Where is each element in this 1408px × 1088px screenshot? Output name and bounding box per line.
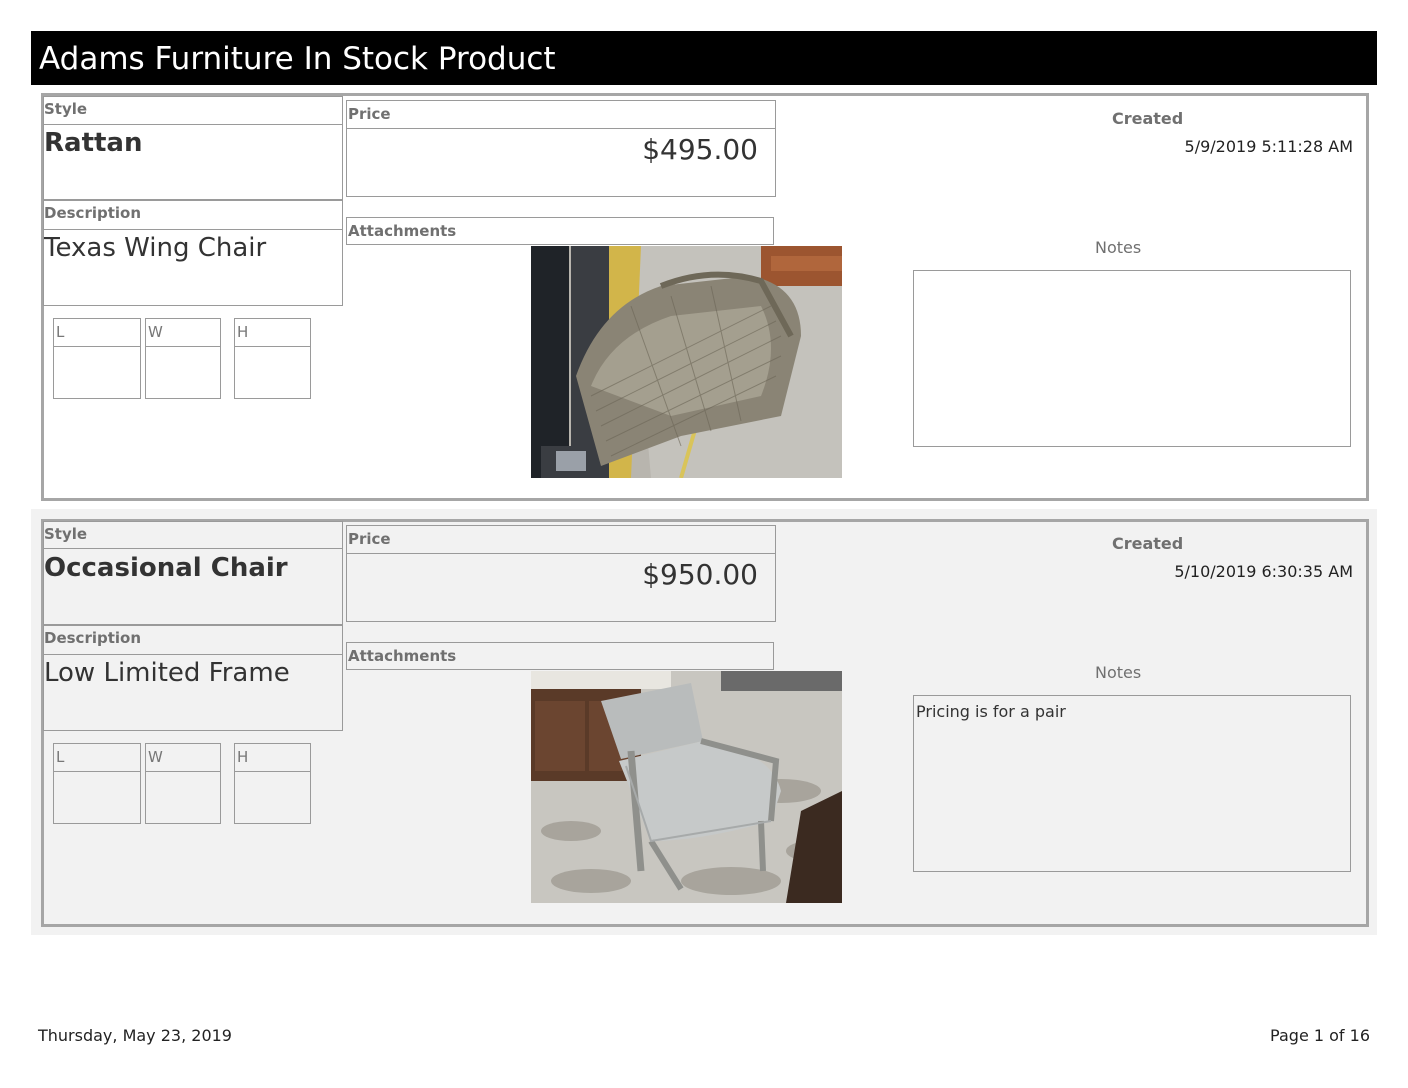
notes-field: Pricing is for a pair [913, 695, 1351, 872]
footer-date: Thursday, May 23, 2019 [38, 1026, 232, 1045]
price-label: Price [348, 530, 391, 548]
width-field: W [145, 318, 221, 399]
width-field: W [145, 743, 221, 824]
upholstered-chair-icon [531, 671, 842, 903]
product-record: Style Occasional Chair Description Low L… [31, 509, 1377, 935]
price-value: $495.00 [642, 133, 758, 166]
length-field: L [53, 318, 141, 399]
width-label: W [148, 748, 163, 766]
height-label: H [237, 323, 249, 341]
length-label: L [56, 323, 65, 341]
description-value: Low Limited Frame [44, 658, 290, 688]
style-label: Style [44, 525, 88, 543]
page-number: Page 1 of 16 [1270, 1026, 1370, 1045]
length-label: L [56, 748, 65, 766]
height-field: H [234, 318, 311, 399]
attachments-label: Attachments [348, 647, 457, 665]
length-field: L [53, 743, 141, 824]
price-label: Price [348, 105, 391, 123]
created-label: Created [1112, 109, 1184, 128]
height-field: H [234, 743, 311, 824]
width-label: W [148, 323, 163, 341]
notes-label: Notes [1095, 663, 1142, 682]
notes-label: Notes [1095, 238, 1142, 257]
description-label: Description [44, 629, 142, 647]
description-label: Description [44, 204, 142, 222]
rattan-chair-photo [531, 246, 842, 478]
report-title-bar: Adams Furniture In Stock Product [31, 31, 1377, 85]
product-record: Style Rattan Description Texas Wing Chai… [31, 93, 1377, 518]
report-title: Adams Furniture In Stock Product [39, 41, 556, 77]
description-value: Texas Wing Chair [44, 233, 267, 263]
style-value: Occasional Chair [44, 553, 288, 583]
created-value: 5/9/2019 5:11:28 AM [1184, 137, 1353, 156]
rattan-chair-icon [531, 246, 842, 478]
price-value: $950.00 [642, 558, 758, 591]
style-value: Rattan [44, 128, 143, 158]
notes-field [913, 270, 1351, 447]
created-label: Created [1112, 534, 1184, 553]
occasional-chair-photo [531, 671, 842, 903]
created-value: 5/10/2019 6:30:35 AM [1174, 562, 1353, 581]
attachments-label: Attachments [348, 222, 457, 240]
height-label: H [237, 748, 249, 766]
style-label: Style [44, 100, 88, 118]
notes-value: Pricing is for a pair [916, 702, 1066, 721]
